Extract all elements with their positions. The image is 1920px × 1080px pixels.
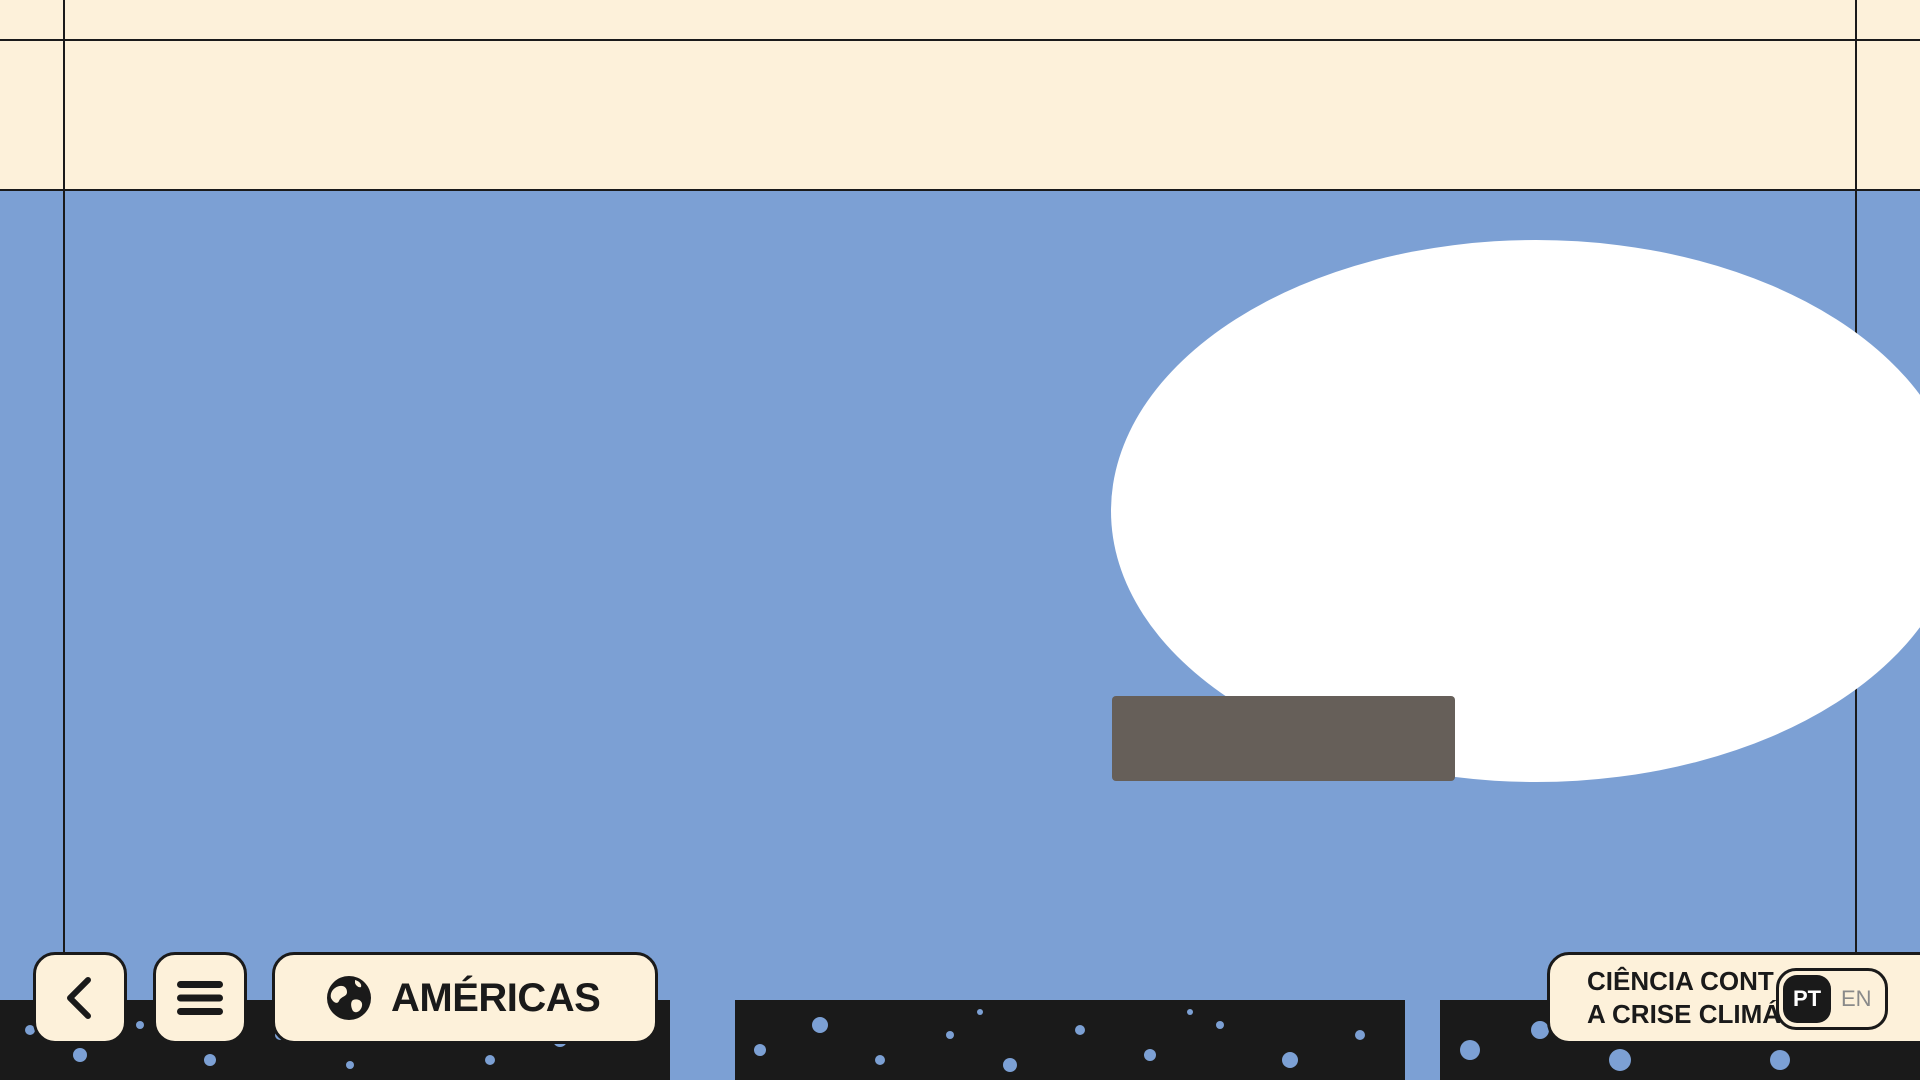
back-button[interactable] — [33, 952, 127, 1044]
globe-icon — [327, 976, 371, 1020]
menu-button[interactable] — [153, 952, 247, 1044]
gray-block — [1112, 696, 1455, 781]
top-banner — [0, 0, 1920, 191]
project-title: CIÊNCIA CONT A CRISE CLIMÁ — [1587, 965, 1781, 1031]
project-title-line-1: CIÊNCIA CONT — [1587, 966, 1774, 996]
left-frame-line — [63, 0, 65, 960]
language-option-pt[interactable]: PT — [1783, 975, 1831, 1023]
hamburger-menu-icon — [177, 981, 223, 1015]
region-button[interactable]: AMÉRICAS — [272, 952, 658, 1044]
language-option-en[interactable]: EN — [1841, 986, 1872, 1012]
chevron-left-icon — [67, 977, 91, 1019]
page: AMÉRICAS CIÊNCIA CONT A CRISE CLIMÁ PT E… — [0, 0, 1920, 1080]
region-label: AMÉRICAS — [391, 975, 601, 1020]
project-title-line-2: A CRISE CLIMÁ — [1587, 999, 1782, 1029]
top-divider — [0, 39, 1920, 41]
language-toggle[interactable]: PT EN — [1776, 968, 1888, 1030]
